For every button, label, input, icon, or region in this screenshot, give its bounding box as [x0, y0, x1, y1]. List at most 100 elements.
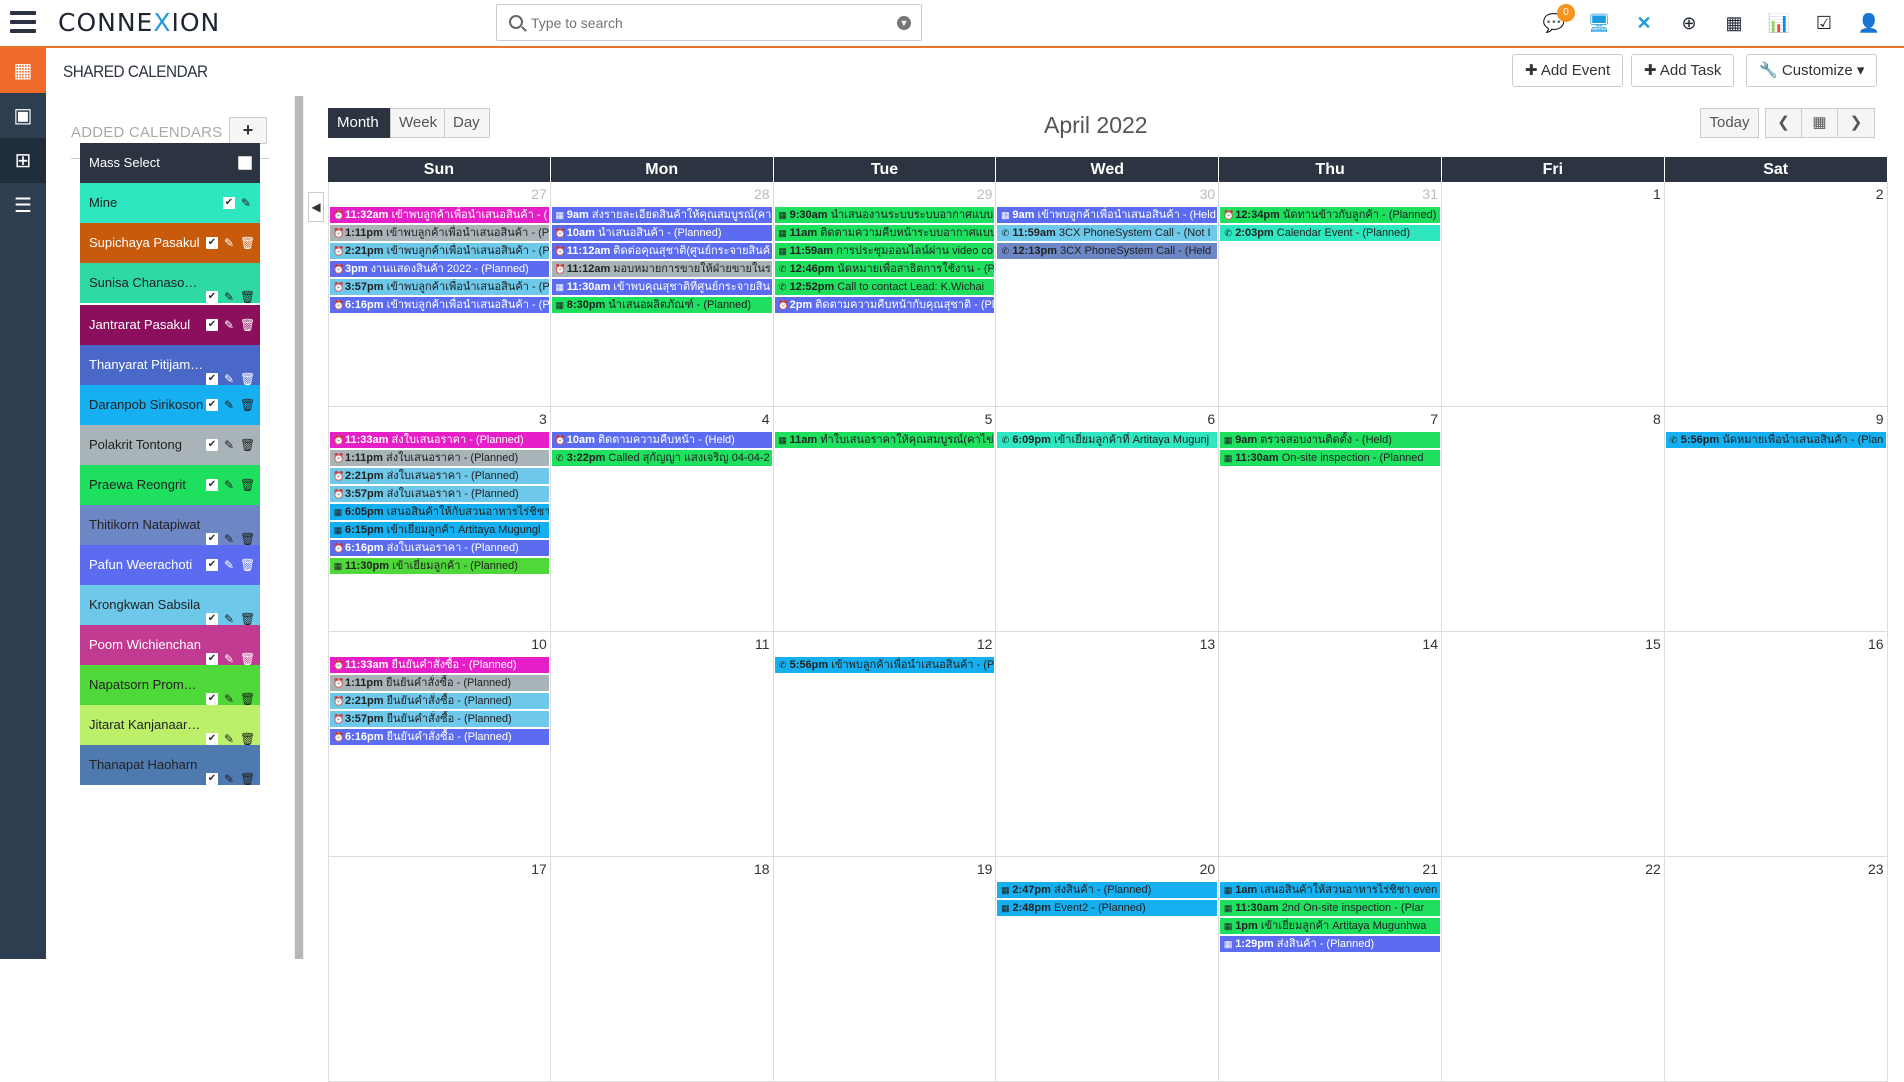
delete-trash-icon[interactable]: 🗑 [240, 693, 255, 705]
day-cell[interactable]: 29 ▦ 9:30am นำเสนองานระบบระบบอากาศแบบ ▦ 11am… [774, 182, 997, 407]
nav-my-calendar-icon[interactable]: ▣ [0, 93, 46, 138]
day-number[interactable]: 16 [1868, 636, 1884, 652]
day-cell[interactable]: 30 ▦ 9am เข้าพบลูกค้าเพื่อนำเสนอสินค้า - (… [996, 182, 1220, 407]
calendar-event[interactable]: ⏰11:33am ยืนยันคำสั่งซื้อ - (Planned) [330, 657, 549, 673]
calendar-event[interactable]: ⏰1:11pm ยืนยันคำสั่งซื้อ - (Planned) [330, 675, 549, 691]
day-cell[interactable]: 7 ▦ 9am ตรวจสอบงานติดตั้ง - (Held) ▦ 11:30am… [1219, 407, 1442, 632]
day-number[interactable]: 5 [985, 411, 993, 427]
edit-pencil-icon[interactable]: ✎ [223, 399, 235, 411]
day-number[interactable]: 1 [1653, 186, 1661, 202]
reports-chart-icon[interactable]: 📊 [1762, 6, 1796, 40]
day-number[interactable]: 13 [1200, 636, 1216, 652]
day-number[interactable]: 4 [762, 411, 770, 427]
calendar-event[interactable]: ⏰2:21pm เข้าพบลูกค้าเพื่อนำเสนอสินค้า - … [330, 243, 549, 259]
delete-trash-icon[interactable]: 🗑 [240, 291, 255, 303]
delete-trash-icon[interactable]: 🗑 [240, 733, 255, 745]
search-filter-dropdown-icon[interactable]: ▼ [897, 16, 911, 30]
day-cell[interactable]: 9 ✆ 5:56pm นัดหมายเพื่อนำเสนอสินค้า - (Pla… [1665, 407, 1888, 632]
calendar-event[interactable]: ▦ 11:30am On-site inspection - (Planned [1220, 450, 1440, 466]
app-logo[interactable]: CONNEXION [58, 8, 220, 37]
quick-create-icon[interactable]: ⊕ [1672, 6, 1706, 40]
visible-checkbox-icon[interactable]: ✔ [206, 399, 218, 411]
calendar-event[interactable]: ⏰6:16pm ส่งใบเสนอราคา - (Planned) [330, 540, 549, 556]
day-cell[interactable]: 8 [1442, 407, 1665, 632]
visible-checkbox-icon[interactable]: ✔ [206, 693, 218, 705]
chat-notifications-icon[interactable]: 💬 0 [1537, 4, 1575, 40]
calendar-event[interactable]: ▦ 1pm เข้าเยี่ยมลูกค้า Artitaya Mugunhwa [1220, 918, 1440, 934]
edit-pencil-icon[interactable]: ✎ [223, 693, 235, 705]
calendar-event[interactable]: ⏰6:16pm เข้าพบลูกค้าเพื่อนำเสนอสินค้า - … [330, 297, 549, 313]
day-number[interactable]: 6 [1207, 411, 1215, 427]
calendar-item[interactable]: Mine ✔ ✎ [80, 183, 260, 223]
day-number[interactable]: 21 [1422, 861, 1438, 877]
day-number[interactable]: 14 [1422, 636, 1438, 652]
calendar-event[interactable]: ▦ 9am ส่งรายละเอียดสินค้าให้คุณสมบูรณ์(คา [551, 207, 772, 223]
calendar-event[interactable]: ✆ 6:09pm เข้าเยี่ยมลูกค้าที่ Artitaya Mug… [997, 432, 1218, 448]
delete-trash-icon[interactable]: 🗑 [240, 439, 255, 451]
calendar-event[interactable]: ▦ 6:15pm เข้าเยี่ยมลูกค้า Artitaya Mugung… [330, 522, 549, 538]
calendar-item[interactable]: Jantrarat Pasakul ✔ ✎ 🗑 [80, 305, 260, 345]
delete-trash-icon[interactable]: 🗑 [240, 773, 255, 785]
delete-trash-icon[interactable]: 🗑 [240, 653, 255, 665]
connexion-icon[interactable]: ✕ [1627, 6, 1661, 40]
calendar-event[interactable]: ⏰1:11pm เข้าพบลูกค้าเพื่อนำเสนอสินค้า - … [330, 225, 549, 241]
calendar-event[interactable]: ✆ 12:52pm Call to contact Lead: K.Wichai [774, 279, 995, 295]
mass-select-item[interactable]: Mass Select [80, 143, 260, 183]
day-number[interactable]: 7 [1430, 411, 1438, 427]
calendar-item[interactable]: Poom Wichienchan ✔ ✎ 🗑 [80, 625, 260, 665]
day-cell[interactable]: 18 [551, 857, 774, 1082]
calendar-event[interactable]: ▦ 11:30am 2nd On-site inspection - (Plar [1220, 900, 1440, 916]
visible-checkbox-icon[interactable]: ✔ [206, 733, 218, 745]
day-number[interactable]: 17 [531, 861, 547, 877]
day-number[interactable]: 22 [1645, 861, 1661, 877]
calendar-event[interactable]: ✆ 12:13pm 3CX PhoneSystem Call - (Held [997, 243, 1218, 259]
delete-trash-icon[interactable]: 🗑 [240, 613, 255, 625]
day-number[interactable]: 19 [977, 861, 993, 877]
day-number[interactable]: 20 [1200, 861, 1216, 877]
day-number[interactable]: 28 [754, 186, 770, 202]
delete-trash-icon[interactable]: 🗑 [240, 479, 255, 491]
customize-button[interactable]: 🔧 Customize ▾ [1746, 54, 1878, 87]
calendar-event[interactable]: ✆ 5:56pm เข้าพบลูกค้าเพื่อนำเสนอสินค้า - … [774, 657, 995, 673]
nav-shared-calendar-icon[interactable]: ⊞ [0, 138, 46, 183]
collapse-panel-button[interactable]: ◀ [308, 192, 324, 222]
calendar-event[interactable]: ⏰12:34pm นัดทานข้าวกับลูกค้า - (Planned) [1220, 207, 1440, 223]
day-number[interactable]: 3 [539, 411, 547, 427]
calendar-icon[interactable]: ▦ [1717, 6, 1751, 40]
day-cell[interactable]: 27 ⏰11:32am เข้าพบลูกค้าเพื่อนำเสนอสินค้า… [328, 182, 551, 407]
calendar-item[interactable]: Daranpob Sirikoson ✔ ✎ 🗑 [80, 385, 260, 425]
calendar-event[interactable]: ▦ 1:29pm ส่งสินค้า - (Planned) [1220, 936, 1440, 952]
nav-task-list-icon[interactable]: ☰ [0, 183, 46, 228]
edit-pencil-icon[interactable]: ✎ [240, 197, 252, 209]
calendar-event[interactable]: ✆ 12:46pm นัดหมายเพื่อสาธิตการใช้งาน - (P… [774, 261, 995, 277]
visible-checkbox-icon[interactable]: ✔ [223, 197, 235, 209]
day-number[interactable]: 10 [531, 636, 547, 652]
calendar-item[interactable]: Krongkwan Sabsila ✔ ✎ 🗑 [80, 585, 260, 625]
visible-checkbox-icon[interactable]: ✔ [206, 653, 218, 665]
day-number[interactable]: 2 [1876, 186, 1884, 202]
calendar-event[interactable]: ▦ 11:30pm เข้าเยี่ยมลูกค้า - (Planned) [330, 558, 549, 574]
calendar-event[interactable]: ✆ 3:22pm Called สุกัญญา แสงเจริญ 04-04-2 [551, 450, 772, 466]
day-cell[interactable]: 20 ▦ 2:47pm ส่งสินค้า - (Planned) ▦ 2:48pm E… [996, 857, 1220, 1082]
next-month-icon[interactable]: ❯ [1837, 108, 1875, 138]
calendar-item[interactable]: Thanapat Haoharn ✔ ✎ 🗑 [80, 745, 260, 785]
calendar-event[interactable]: ⏰11:32am เข้าพบลูกค้าเพื่อนำเสนอสินค้า -… [330, 207, 549, 223]
day-cell[interactable]: 2 [1665, 182, 1888, 407]
visible-checkbox-icon[interactable]: ✔ [206, 479, 218, 491]
day-number[interactable]: 31 [1422, 186, 1438, 202]
calendar-item[interactable]: Jitarat Kanjanaarkom ✔ ✎ 🗑 [80, 705, 260, 745]
day-cell[interactable]: 19 [774, 857, 997, 1082]
day-number[interactable]: 9 [1876, 411, 1884, 427]
day-number[interactable]: 18 [754, 861, 770, 877]
day-cell[interactable]: 10 ⏰11:33am ยืนยันคำสั่งซื้อ - (Planned) ⏰… [328, 632, 551, 857]
day-cell[interactable]: 28 ▦ 9am ส่งรายละเอียดสินค้าให้คุณสมบูรณ์(… [551, 182, 774, 407]
calendar-event[interactable]: ▦ 6:05pm เสนอสินค้าให้กับสวนอาหารไร่ชิชา [330, 504, 549, 520]
day-cell[interactable]: 1 [1442, 182, 1665, 407]
calendar-event[interactable]: ▦ 1am เสนอสินค้าให้สวนอาหารไร่ชิชา even [1220, 882, 1440, 898]
user-profile-icon[interactable]: 👤 [1852, 6, 1886, 40]
edit-pencil-icon[interactable]: ✎ [223, 319, 235, 331]
delete-trash-icon[interactable]: 🗑 [240, 559, 255, 571]
day-cell[interactable]: 3 ⏰11:33am ส่งใบเสนอราคา - (Planned) ⏰1:11… [328, 407, 551, 632]
calendar-event[interactable]: ⏰2:21pm ส่งใบเสนอราคา - (Planned) [330, 468, 549, 484]
global-search[interactable]: ▼ [496, 4, 922, 41]
